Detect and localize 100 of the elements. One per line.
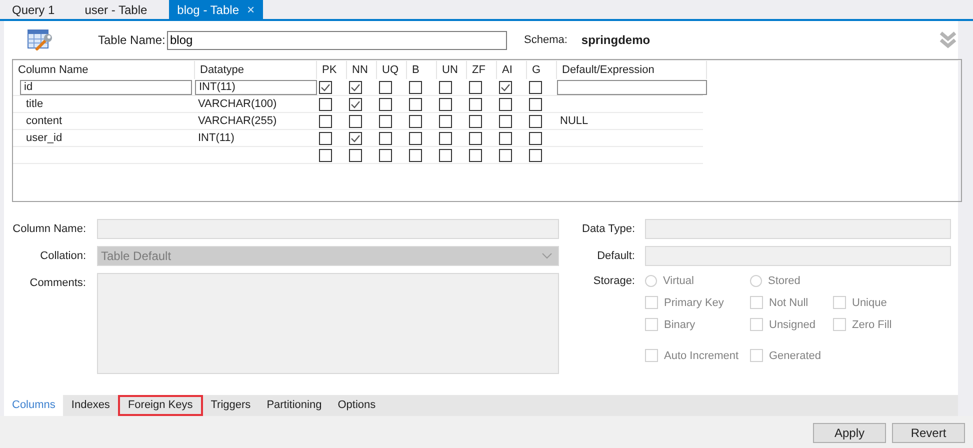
checkbox[interactable]	[349, 148, 362, 162]
checkbox[interactable]	[469, 98, 482, 110]
editor-tab[interactable]: Query 1	[4, 0, 63, 19]
revert-button[interactable]: Revert	[892, 423, 965, 443]
text-field[interactable]	[645, 246, 951, 266]
option-label: Generated	[769, 350, 821, 362]
checkbox[interactable]	[439, 114, 452, 128]
checkbox[interactable]	[409, 132, 422, 144]
chevron-down-icon	[542, 253, 552, 259]
field-label: Collation:	[39, 249, 87, 264]
column-header[interactable]: ZF	[467, 61, 497, 79]
checkbox[interactable]	[379, 98, 392, 110]
table-cell-text: VARCHAR(255)	[197, 114, 277, 128]
column-header[interactable]: Datatype	[195, 61, 317, 79]
apply-button[interactable]: Apply	[813, 423, 886, 443]
table-name-field[interactable]: blog	[167, 30, 507, 50]
option-label: Unsigned	[769, 318, 816, 330]
checkbox[interactable]	[319, 148, 332, 162]
table-cell-text: VARCHAR(100)	[197, 97, 277, 111]
checkbox[interactable]	[379, 148, 392, 162]
text-field[interactable]	[97, 219, 559, 239]
table-name-label: Table Name:	[98, 33, 166, 47]
comments-field[interactable]	[97, 273, 559, 374]
checkbox[interactable]	[349, 114, 362, 128]
table-cell-text: title	[25, 97, 44, 111]
table-wrench-icon	[27, 28, 55, 52]
checkbox[interactable]	[499, 80, 512, 94]
table-cell-text: INT(11)	[197, 131, 234, 145]
checkbox[interactable]	[349, 132, 362, 144]
column-header[interactable]: B	[407, 61, 437, 79]
checkbox[interactable]	[379, 114, 392, 128]
option-label: Not Null	[769, 296, 808, 308]
option-label: Unique	[852, 296, 887, 308]
checkbox[interactable]	[409, 98, 422, 110]
column-header[interactable]: NN	[347, 61, 377, 79]
checkbox[interactable]	[349, 98, 362, 110]
column-header[interactable]: Default/Expression	[557, 61, 707, 79]
checkbox[interactable]	[409, 80, 422, 94]
checkbox[interactable]	[379, 132, 392, 144]
checkbox[interactable]	[379, 80, 392, 94]
checkbox[interactable]	[469, 132, 482, 144]
column-header[interactable]: PK	[317, 61, 347, 79]
section-tab[interactable]: Foreign Keys	[118, 395, 203, 416]
column-header[interactable]: AI	[497, 61, 527, 79]
field-label: Data Type:	[581, 222, 636, 237]
cell-editor[interactable]: INT(11)	[195, 80, 317, 94]
checkbox[interactable]	[439, 148, 452, 162]
radio-button[interactable]	[750, 274, 762, 286]
section-tab[interactable]: Indexes	[63, 395, 118, 416]
editor-tab[interactable]: blog - Table ×	[169, 0, 263, 19]
table-cell-text: NULL	[559, 114, 588, 128]
checkbox[interactable]	[529, 114, 542, 128]
field-label: Column Name:	[12, 222, 87, 237]
close-icon[interactable]: ×	[247, 2, 255, 17]
checkbox[interactable]	[469, 80, 482, 94]
checkbox[interactable]	[469, 114, 482, 128]
checkbox[interactable]	[499, 148, 512, 162]
checkbox[interactable]	[319, 98, 332, 110]
table-cell-text: user_id	[25, 131, 62, 145]
column-header[interactable]: UQ	[377, 61, 407, 79]
table-cell-text: content	[25, 114, 62, 128]
column-header[interactable]: UN	[437, 61, 467, 79]
checkbox[interactable]	[469, 148, 482, 162]
field-label: Comments:	[28, 276, 87, 291]
schema-label: Schema:	[524, 34, 568, 46]
checkbox[interactable]	[439, 132, 452, 144]
checkbox[interactable]	[319, 114, 332, 128]
checkbox[interactable]	[409, 148, 422, 162]
checkbox[interactable]	[319, 132, 332, 144]
checkbox[interactable]	[529, 98, 542, 110]
option-label: Virtual	[663, 274, 694, 286]
checkbox[interactable]	[529, 80, 542, 94]
column-header[interactable]: G	[527, 61, 557, 79]
option-label: Binary	[664, 318, 696, 330]
checkbox[interactable]	[439, 98, 452, 110]
field-label: Default:	[596, 249, 636, 264]
cell-editor[interactable]: id	[20, 80, 192, 94]
checkbox[interactable]	[499, 114, 512, 128]
storage-label: Storage:	[592, 274, 636, 289]
checkbox[interactable]	[349, 80, 362, 94]
checkbox[interactable]	[529, 132, 542, 144]
schema-name: springdemo	[581, 33, 650, 47]
section-tab[interactable]: Partitioning	[258, 395, 330, 416]
checkbox[interactable]	[499, 98, 512, 110]
section-tab[interactable]: Options	[330, 395, 384, 416]
checkbox[interactable]	[319, 80, 332, 94]
option-label: Auto Increment	[664, 350, 739, 362]
editor-tab[interactable]: user - Table	[76, 0, 156, 19]
option-label: Zero Fill	[852, 318, 892, 330]
option-label: Stored	[768, 274, 800, 286]
cell-editor[interactable]	[557, 80, 707, 94]
text-field[interactable]	[645, 219, 951, 239]
section-tab[interactable]: Triggers	[202, 395, 259, 416]
radio-button[interactable]	[645, 274, 657, 286]
column-header[interactable]: Column Name	[13, 61, 195, 79]
option-label: Primary Key	[664, 296, 724, 308]
checkbox[interactable]	[439, 80, 452, 94]
checkbox[interactable]	[409, 114, 422, 128]
checkbox[interactable]	[529, 148, 542, 162]
checkbox[interactable]	[499, 132, 512, 144]
